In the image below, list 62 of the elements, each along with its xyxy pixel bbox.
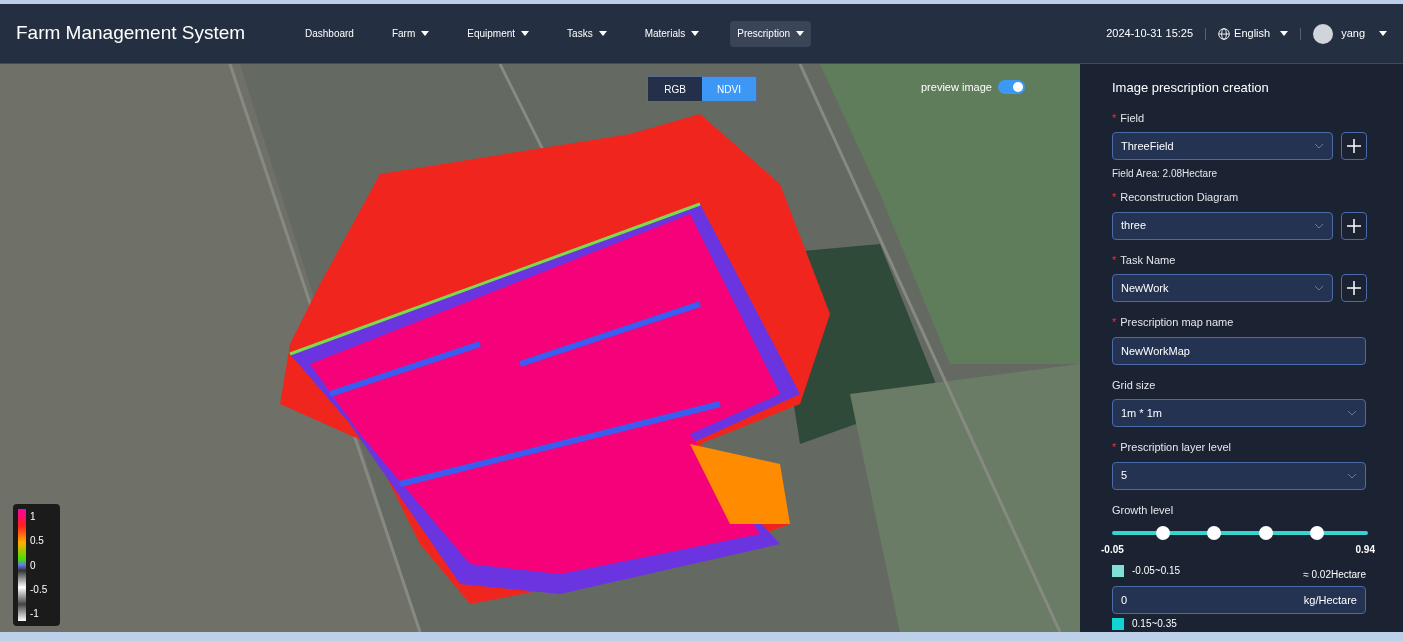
add-button[interactable]: [1341, 132, 1367, 160]
panel-title: Image prescription creation: [1112, 79, 1270, 97]
nav-menu-item[interactable]: Dashboard: [298, 20, 361, 47]
nav-menu-item[interactable]: Equipment: [460, 20, 537, 47]
growth-slider-track[interactable]: [1112, 526, 1368, 540]
slider-min-label: -0.05: [1101, 543, 1124, 557]
legend-tick-label: -0.5: [30, 582, 48, 597]
range-label: 0.15~0.35: [1132, 617, 1177, 631]
nav-menu-item[interactable]: Prescription: [730, 20, 812, 47]
caret-icon: [1280, 31, 1289, 36]
slider-thumb[interactable]: [1207, 526, 1222, 540]
range-label: -0.05~0.15: [1132, 564, 1181, 578]
slider-thumb[interactable]: [1156, 526, 1171, 540]
slider-thumb[interactable]: [1309, 526, 1324, 540]
add-button[interactable]: [1341, 274, 1367, 302]
field-label: Prescription layer level: [1120, 440, 1231, 455]
field-area-note: Field Area: 2.08Hectare: [1112, 167, 1219, 181]
caret-icon: [1379, 31, 1387, 36]
select-field[interactable]: 1m * 1m: [1112, 399, 1366, 427]
required-mark: *: [1112, 252, 1117, 268]
amount-input-field[interactable]: 0 kg/Hectare: [1112, 586, 1366, 614]
nav-menu-item[interactable]: Tasks: [560, 20, 614, 47]
required-mark: *: [1112, 315, 1117, 330]
preview-label: preview image: [921, 80, 992, 95]
field-label: Reconstruction Diagram: [1120, 190, 1239, 205]
chevron-down-icon: [1314, 222, 1324, 229]
field-label: Prescription map name: [1120, 315, 1234, 330]
select-field[interactable]: three: [1112, 211, 1333, 240]
field-label: Grid size: [1112, 377, 1156, 393]
required-mark: *: [1112, 190, 1117, 205]
app-title: Farm Management System: [16, 21, 247, 46]
growth-label: Growth level: [1112, 502, 1175, 518]
select-field[interactable]: NewWork: [1112, 274, 1333, 302]
required-mark: *: [1112, 110, 1117, 126]
language-selector[interactable]: English: [1218, 25, 1289, 42]
field-label: Task Name: [1120, 252, 1176, 268]
globe-icon: [1218, 27, 1231, 40]
plus-icon: [1347, 218, 1361, 233]
chevron-down-icon: [1314, 285, 1324, 291]
legend-tick-label: 1: [30, 510, 37, 524]
legend-tick-label: 0: [30, 558, 37, 573]
required-mark: *: [1112, 440, 1117, 455]
select-field[interactable]: 5: [1112, 461, 1366, 490]
legend-tick-label: 0.5: [30, 534, 45, 549]
chevron-down-icon: [1347, 472, 1357, 479]
nav-menu-item[interactable]: Materials: [637, 20, 707, 47]
plus-icon: [1347, 139, 1361, 153]
range-area: ≈ 0.02Hectare: [1303, 567, 1366, 582]
slider-thumb[interactable]: [1258, 526, 1273, 540]
chevron-down-icon: [1347, 410, 1357, 416]
chevron-down-icon: [1314, 143, 1324, 149]
nav-menu-item[interactable]: Farm: [384, 20, 437, 47]
slider-max-label: 0.94: [1355, 543, 1375, 557]
field-label: Field: [1120, 110, 1145, 126]
date-time: 2024-10-31 15:25: [1106, 26, 1194, 42]
input-field[interactable]: NewWorkMap: [1112, 336, 1366, 365]
user-menu[interactable]: yang: [1313, 23, 1387, 44]
select-field[interactable]: ThreeField: [1112, 132, 1333, 160]
view-mode-tab[interactable]: RGB: [648, 77, 702, 101]
legend-tick-label: -1: [30, 607, 40, 621]
add-button[interactable]: [1341, 211, 1367, 240]
plus-icon: [1347, 281, 1361, 295]
